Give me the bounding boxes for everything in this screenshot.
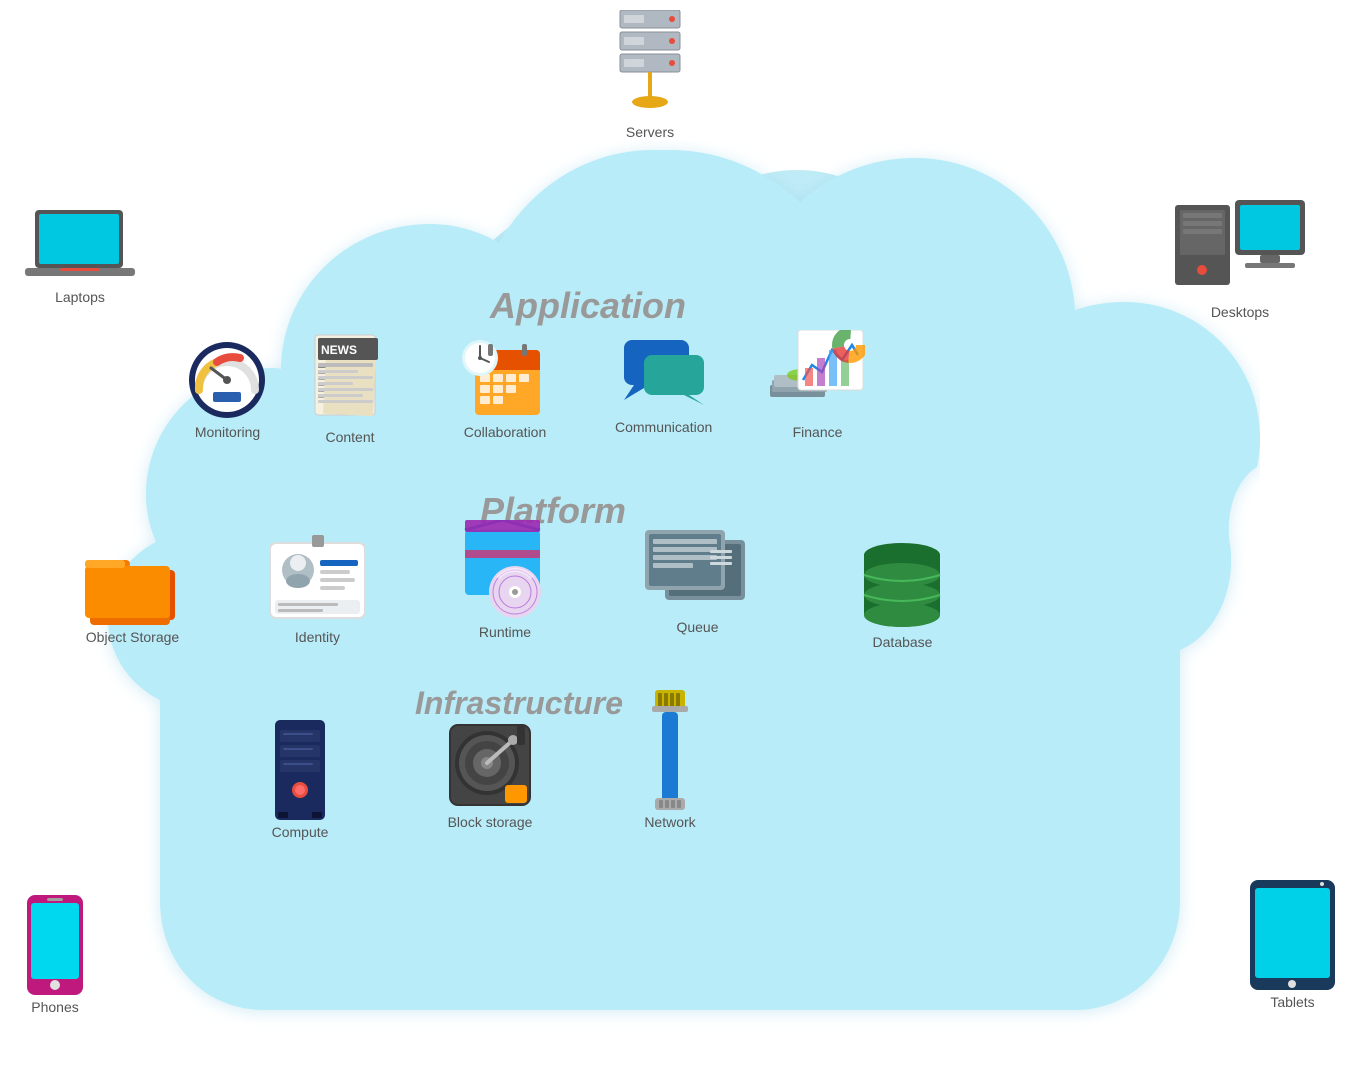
identity-label: Identity (295, 629, 340, 645)
object-storage-label: Object Storage (86, 629, 179, 645)
communication-item: Communication (615, 335, 712, 435)
finance-label: Finance (793, 424, 843, 440)
collaboration-label: Collaboration (464, 424, 547, 440)
network-label: Network (644, 814, 695, 830)
svg-text:NEWS: NEWS (321, 343, 357, 357)
database-icon (860, 540, 945, 630)
runtime-label: Runtime (479, 624, 531, 640)
infrastructure-label: Infrastructure (415, 685, 623, 722)
collaboration-icon (460, 330, 550, 420)
monitoring-label: Monitoring (195, 424, 260, 440)
collaboration-item: Collaboration (460, 330, 550, 440)
compute-item: Compute (260, 720, 340, 840)
content-label: Content (325, 429, 374, 445)
object-storage-item: Object Storage (85, 550, 180, 645)
runtime-item: Runtime (460, 520, 550, 640)
object-storage-icon (85, 550, 180, 625)
queue-label: Queue (676, 619, 718, 635)
tablets-item: Tablets (1250, 880, 1335, 1010)
application-label: Application (490, 285, 686, 327)
compute-label: Compute (272, 824, 329, 840)
block-storage-label: Block storage (448, 814, 533, 830)
phones-label: Phones (31, 999, 78, 1015)
block-storage-icon (445, 720, 535, 810)
communication-icon (619, 335, 709, 415)
network-icon (640, 690, 700, 810)
identity-item: Identity (270, 535, 365, 645)
content-item: NEWS NEWS Content (310, 330, 390, 445)
database-label: Database (873, 634, 933, 650)
queue-icon (645, 525, 750, 615)
queue-item: Queue (645, 525, 750, 635)
communication-label: Communication (615, 419, 712, 435)
monitoring-item: Monitoring (185, 340, 270, 440)
monitoring-icon (185, 340, 270, 420)
phones-item: Phones (25, 895, 85, 1015)
network-item: Network (640, 690, 700, 830)
finance-item: Finance (770, 330, 865, 440)
tablet-icon (1250, 880, 1335, 990)
block-storage-item: Block storage (445, 720, 535, 830)
content-icon: NEWS NEWS (310, 330, 390, 425)
compute-icon (260, 720, 340, 820)
runtime-icon (460, 520, 550, 620)
server-icon (610, 10, 690, 120)
servers-label: Servers (626, 124, 674, 140)
identity-icon (270, 535, 365, 625)
phone-icon (25, 895, 85, 995)
tablets-label: Tablets (1270, 994, 1314, 1010)
database-item: Database (860, 540, 945, 650)
servers-item: Servers (610, 10, 690, 140)
finance-icon (770, 330, 865, 420)
